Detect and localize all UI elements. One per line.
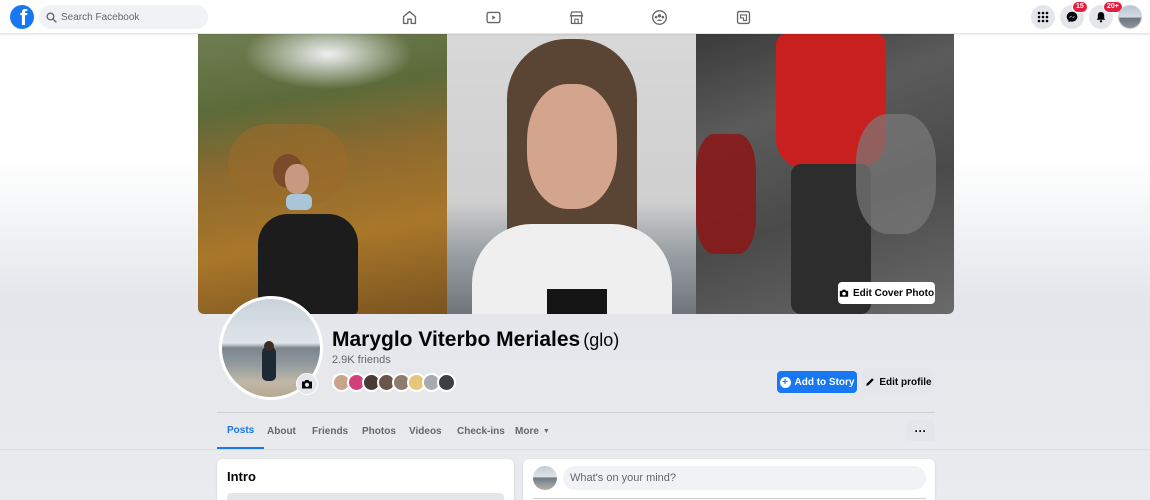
- search-bar[interactable]: [39, 5, 208, 29]
- tab-more[interactable]: More ▼: [505, 413, 560, 449]
- marketplace-icon[interactable]: [565, 6, 587, 28]
- groups-icon[interactable]: [648, 6, 670, 28]
- edit-profile-button[interactable]: Edit profile: [862, 371, 935, 393]
- cover-photo-panel: [198, 34, 447, 314]
- friends-count[interactable]: 2.9K friends: [332, 354, 391, 366]
- gaming-icon[interactable]: [732, 6, 754, 28]
- divider: [533, 498, 926, 499]
- avatar[interactable]: [533, 466, 557, 490]
- facebook-logo[interactable]: f: [10, 5, 34, 29]
- home-icon[interactable]: [398, 6, 420, 28]
- caret-down-icon: ▼: [542, 427, 550, 435]
- tab-friends[interactable]: Friends: [302, 413, 358, 449]
- friend-avatars: [332, 373, 456, 393]
- edit-cover-photo-button[interactable]: Edit Cover Photo: [838, 282, 935, 304]
- add-to-story-button[interactable]: + Add to Story: [777, 371, 857, 393]
- plus-icon: +: [779, 376, 791, 388]
- account-avatar[interactable]: [1118, 5, 1142, 29]
- intro-title: Intro: [227, 469, 256, 484]
- notifications-icon[interactable]: 20+: [1089, 1, 1123, 29]
- menu-grid-icon[interactable]: [1031, 5, 1055, 29]
- top-navigation-bar: f 15 20+: [0, 0, 1150, 34]
- profile-nickname: (glo): [583, 330, 620, 350]
- cover-photo: [198, 34, 954, 314]
- profile-full-name: Maryglo Viterbo Meriales: [332, 328, 581, 351]
- post-composer: [523, 459, 935, 500]
- divider: [0, 449, 1150, 450]
- watch-icon[interactable]: [482, 6, 504, 28]
- tab-photos[interactable]: Photos: [352, 413, 406, 449]
- tab-about[interactable]: About: [257, 413, 306, 449]
- whats-on-your-mind-input[interactable]: [563, 466, 926, 490]
- search-icon: [46, 11, 57, 23]
- intro-card: Intro: [217, 459, 514, 500]
- more-options-button[interactable]: ···: [906, 420, 935, 441]
- camera-icon: [302, 380, 312, 389]
- messenger-icon[interactable]: 15: [1060, 1, 1088, 29]
- pencil-icon: [866, 378, 875, 386]
- camera-icon: [839, 289, 849, 297]
- friend-avatar[interactable]: [437, 373, 456, 392]
- cover-photo-panel: [696, 34, 954, 314]
- cover-photo-panel: [447, 34, 696, 314]
- tab-videos[interactable]: Videos: [399, 413, 452, 449]
- search-input[interactable]: [61, 11, 201, 23]
- add-bio-button[interactable]: [227, 493, 504, 500]
- messenger-badge: 15: [1072, 1, 1088, 13]
- update-profile-picture-button[interactable]: [296, 373, 318, 395]
- profile-name: Maryglo Viterbo Meriales (glo): [332, 328, 619, 352]
